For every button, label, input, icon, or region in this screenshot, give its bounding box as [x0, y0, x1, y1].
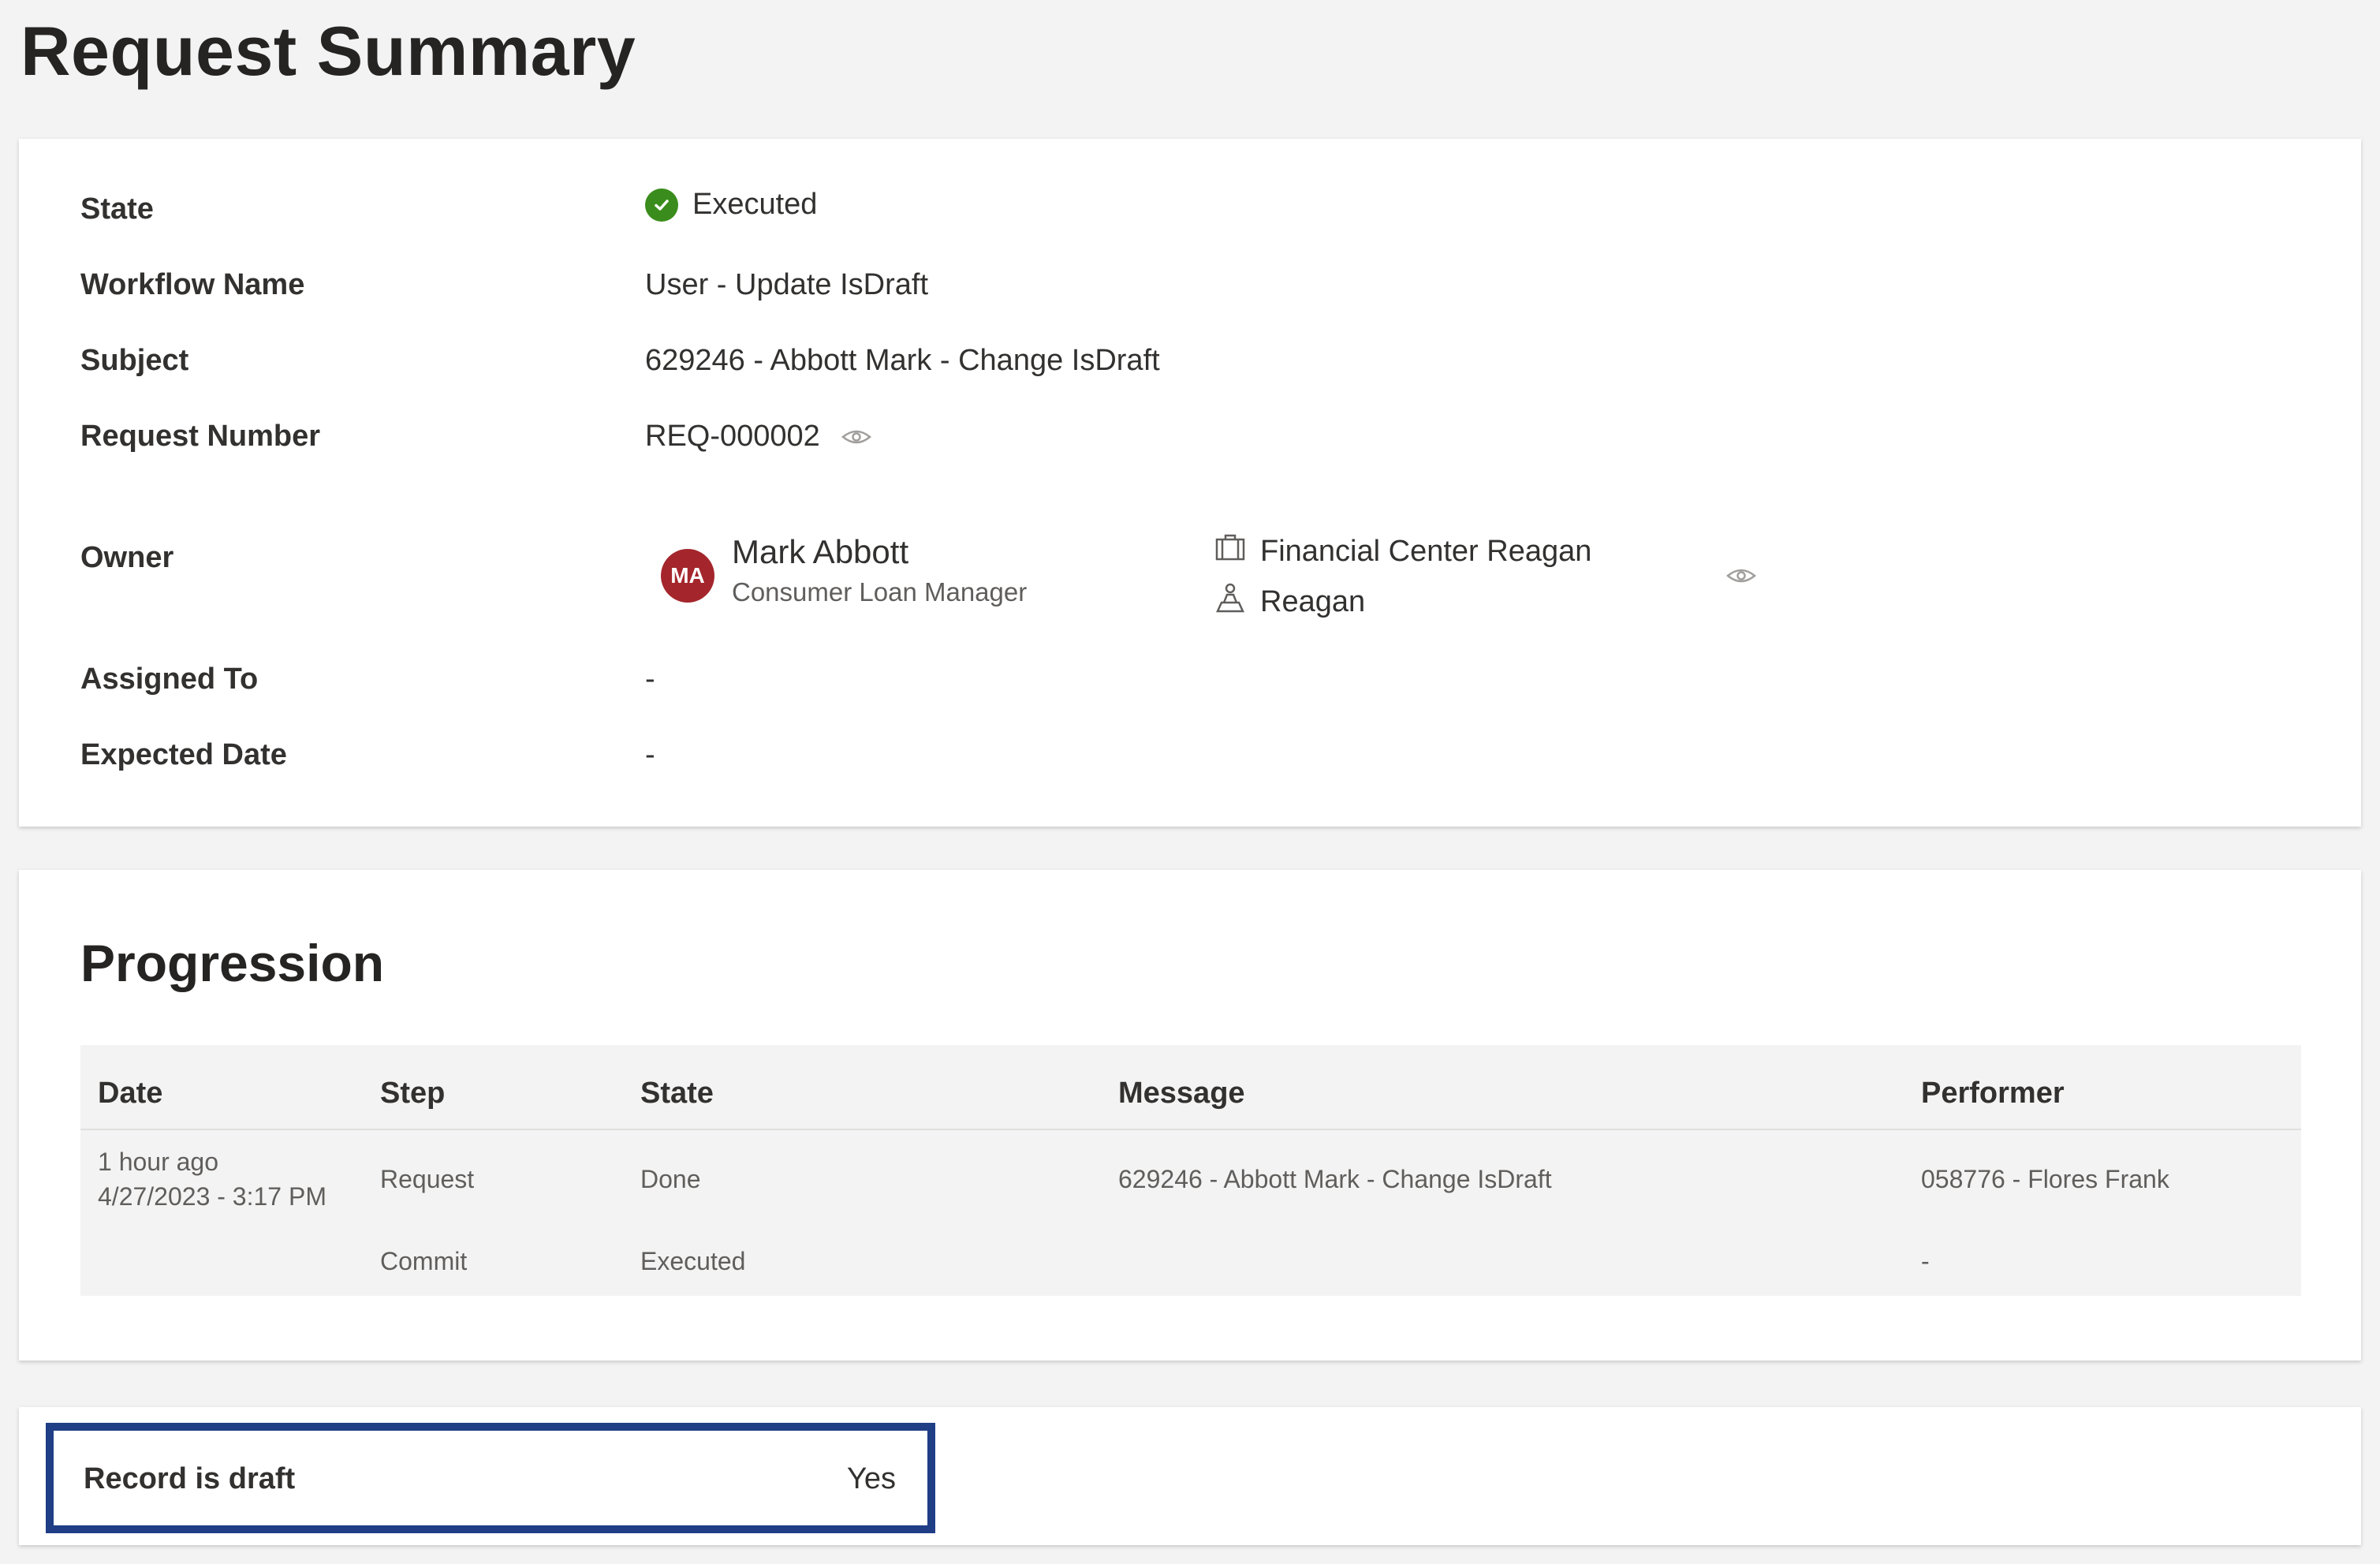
summary-card: State Executed Workflow Name User - Upda…: [19, 139, 2361, 827]
row-message: 629246 - Abbott Mark - Change IsDraft: [1118, 1165, 1552, 1193]
row-date: 4/27/2023 - 3:17 PM: [98, 1182, 326, 1211]
table-header-divider: [80, 1129, 2301, 1130]
request-number-value: REQ-000002: [645, 420, 820, 453]
owner-location-row: Reagan: [1214, 582, 1365, 621]
briefcase-icon: [1214, 532, 1246, 571]
column-header-date[interactable]: Date: [98, 1077, 162, 1110]
progression-card: Progression Date Step State Message Perf…: [19, 870, 2361, 1361]
owner-organization-row: Financial Center Reagan: [1214, 532, 1591, 571]
record-card: Record is draft Yes: [19, 1407, 2361, 1545]
subject-value: 629246 - Abbott Mark - Change IsDraft: [645, 344, 1160, 377]
subject-label: Subject: [80, 344, 189, 377]
state-text: Executed: [692, 188, 818, 221]
state-value: Executed: [645, 188, 817, 222]
column-header-state[interactable]: State: [640, 1077, 714, 1110]
state-label: State: [80, 192, 154, 226]
eye-icon[interactable]: [1725, 566, 1757, 585]
column-header-step[interactable]: Step: [380, 1077, 445, 1110]
owner-organization: Financial Center Reagan: [1260, 534, 1592, 568]
row-step: Commit: [380, 1247, 468, 1275]
row-state: Executed: [640, 1247, 746, 1275]
column-header-message[interactable]: Message: [1118, 1077, 1245, 1110]
location-person-icon: [1214, 582, 1246, 621]
row-step: Request: [380, 1165, 475, 1193]
record-draft-label: Record is draft: [84, 1462, 296, 1495]
request-number-label: Request Number: [80, 420, 321, 453]
column-header-performer[interactable]: Performer: [1921, 1077, 2065, 1110]
workflow-label: Workflow Name: [80, 268, 305, 301]
record-draft-value: Yes: [847, 1462, 896, 1495]
record-draft-highlight: Record is draft Yes: [46, 1423, 935, 1533]
expected-date-label: Expected Date: [80, 738, 287, 771]
assigned-value: -: [645, 663, 655, 696]
owner-label: Owner: [80, 541, 174, 574]
avatar[interactable]: MA: [661, 549, 714, 603]
workflow-value: User - Update IsDraft: [645, 268, 928, 301]
assigned-label: Assigned To: [80, 663, 259, 696]
check-circle-icon: [645, 188, 678, 222]
row-state: Done: [640, 1165, 701, 1193]
request-number-row: REQ-000002: [645, 420, 872, 454]
progression-title: Progression: [80, 934, 385, 992]
row-performer: 058776 - Flores Frank: [1921, 1165, 2169, 1193]
owner-role: Consumer Loan Manager: [732, 577, 1028, 607]
progression-table: Date Step State Message Performer 1 hour…: [80, 1045, 2301, 1296]
row-performer: -: [1921, 1247, 1930, 1275]
expected-date-value: -: [645, 738, 655, 771]
owner-name[interactable]: Mark Abbott: [732, 533, 908, 571]
page-title: Request Summary: [21, 12, 636, 90]
owner-location: Reagan: [1260, 584, 1366, 618]
eye-icon[interactable]: [841, 427, 872, 446]
row-date-relative: 1 hour ago: [98, 1148, 219, 1176]
